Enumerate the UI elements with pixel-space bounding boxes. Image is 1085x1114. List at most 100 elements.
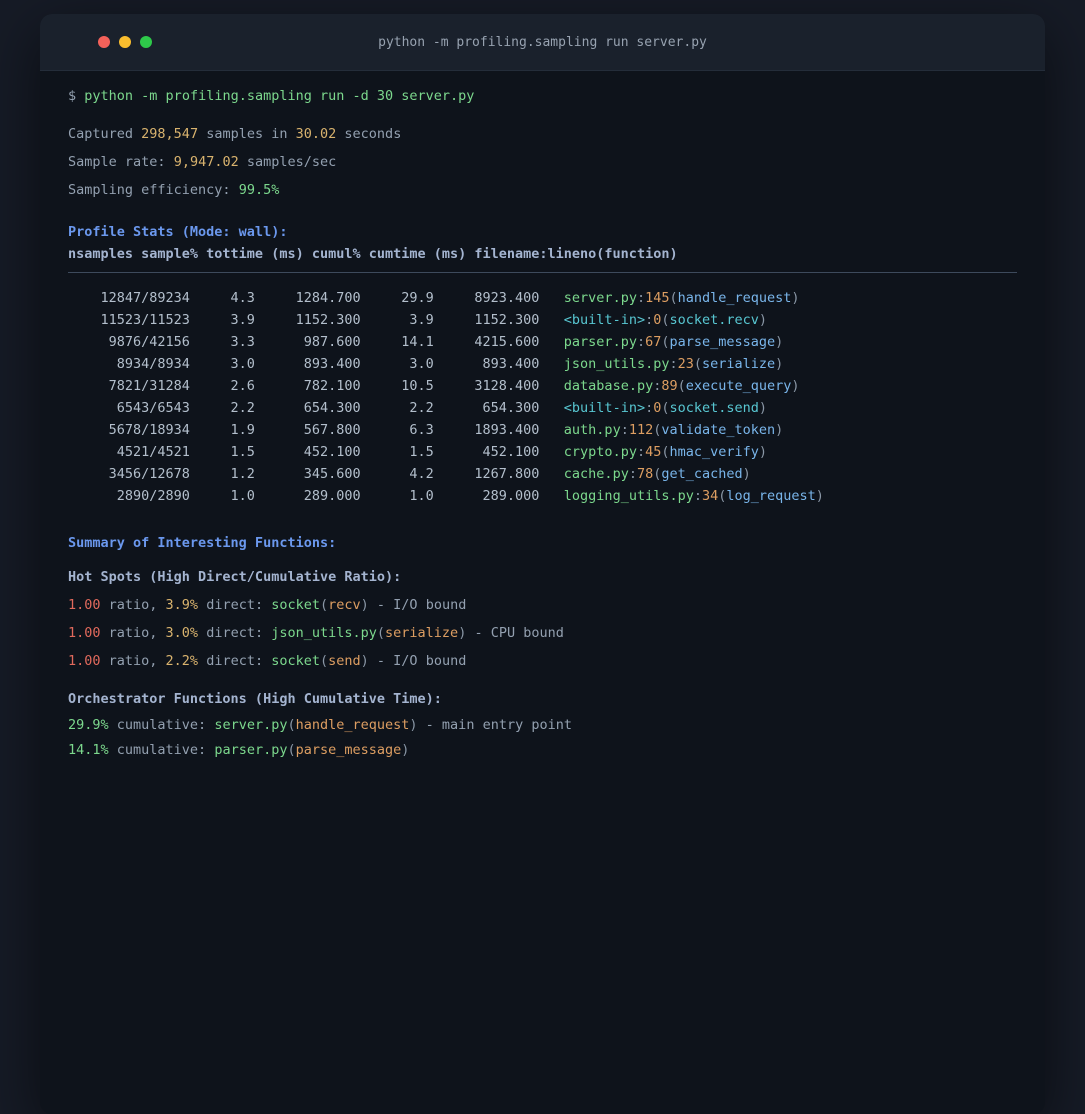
captured-mid: samples in xyxy=(206,126,288,142)
orchestrator-function: parse_message xyxy=(295,742,402,758)
table-row: 5678/18934 1.9 567.800 6.3 1893.400 auth… xyxy=(68,419,1017,441)
hotspot-percent: 2.2% xyxy=(165,653,199,669)
row-colon: : xyxy=(645,312,654,328)
orchestrator-item: 29.9% cumulative: server.py(handle_reque… xyxy=(68,717,572,733)
row-lineno: 67 xyxy=(645,334,662,350)
table-row: 11523/11523 3.9 1152.300 3.9 1152.300 <b… xyxy=(68,309,1017,331)
row-paren-close: ) xyxy=(742,466,751,482)
row-paren-close: ) xyxy=(775,356,784,372)
row-metrics: 3456/12678 1.2 345.600 4.2 1267.800 xyxy=(68,466,564,482)
row-lineno: 112 xyxy=(628,422,654,438)
efficiency-line: Sampling efficiency: 99.5% xyxy=(68,179,1017,201)
table-row: 8934/8934 3.0 893.400 3.0 893.400 json_u… xyxy=(68,353,1017,375)
row-lineno: 23 xyxy=(677,356,694,372)
sample-rate-label: Sample rate: xyxy=(68,154,166,170)
row-metrics: 4521/4521 1.5 452.100 1.5 452.100 xyxy=(68,444,564,460)
row-colon: : xyxy=(636,334,646,350)
table-row: 9876/42156 3.3 987.600 14.1 4215.600 par… xyxy=(68,331,1017,353)
row-paren-close: ) xyxy=(791,378,800,394)
hot-spot-item: 1.00 ratio, 2.2% direct: socket(send) - … xyxy=(68,653,467,669)
efficiency-label: Sampling efficiency: xyxy=(68,182,231,198)
row-lineno: 45 xyxy=(645,444,662,460)
captured-unit: seconds xyxy=(344,126,402,142)
stats-table-body: 12847/89234 4.3 1284.700 29.9 8923.400 s… xyxy=(68,287,1017,507)
hot-spots-heading: Hot Spots (High Direct/Cumulative Ratio)… xyxy=(68,569,402,585)
samples-count: 298,547 xyxy=(141,126,199,142)
hotspot-percent: 3.9% xyxy=(165,597,199,613)
prompt-symbol: $ xyxy=(68,88,77,104)
hotspot-ratio: 1.00 xyxy=(68,597,101,613)
terminal-window: python -m profiling.sampling run server.… xyxy=(40,14,1045,1114)
row-lineno: 145 xyxy=(645,290,670,306)
row-metrics: 8934/8934 3.0 893.400 3.0 893.400 xyxy=(68,356,564,372)
row-paren-open: ( xyxy=(693,356,703,372)
orchestrator-target: parser.py xyxy=(214,742,288,758)
row-metrics: 6543/6543 2.2 654.300 2.2 654.300 xyxy=(68,400,564,416)
hot-spot-item: 1.00 ratio, 3.9% direct: socket(recv) - … xyxy=(68,597,467,613)
row-filename: database.py xyxy=(563,378,654,394)
row-filename: <built-in> xyxy=(563,400,646,416)
row-paren-open: ( xyxy=(661,334,670,350)
row-filename: auth.py xyxy=(563,422,621,438)
row-paren-open: ( xyxy=(669,290,678,306)
table-row: 4521/4521 1.5 452.100 1.5 452.100 crypto… xyxy=(68,441,1017,463)
row-metrics: 2890/2890 1.0 289.000 1.0 289.000 xyxy=(68,488,564,504)
hotspot-percent: 3.0% xyxy=(165,625,199,641)
terminal-output[interactable]: $ python -m profiling.sampling run -d 30… xyxy=(40,71,1045,793)
profile-stats-heading: Profile Stats (Mode: wall): xyxy=(68,224,288,240)
row-filename: parser.py xyxy=(563,334,637,350)
row-filename: server.py xyxy=(563,290,637,306)
header-divider xyxy=(68,272,1017,273)
table-row: 12847/89234 4.3 1284.700 29.9 8923.400 s… xyxy=(68,287,1017,309)
row-filename: <built-in> xyxy=(563,312,646,328)
sample-rate-line: Sample rate: 9,947.02 samples/sec xyxy=(68,151,1017,173)
table-row: 2890/2890 1.0 289.000 1.0 289.000 loggin… xyxy=(68,485,1017,507)
titlebar: python -m profiling.sampling run server.… xyxy=(40,14,1045,71)
row-function: parse_message xyxy=(669,334,776,350)
row-filename: cache.py xyxy=(563,466,629,482)
row-metrics: 12847/89234 4.3 1284.700 29.9 8923.400 xyxy=(68,290,564,306)
row-paren-open: ( xyxy=(661,312,670,328)
row-paren-open: ( xyxy=(677,378,686,394)
row-colon: : xyxy=(628,466,637,482)
row-function: hmac_verify xyxy=(669,444,759,460)
row-paren-close: ) xyxy=(791,290,800,306)
row-colon: : xyxy=(620,422,629,438)
hotspot-target: json_utils.py xyxy=(271,625,377,641)
hotspot-target: socket xyxy=(271,653,320,669)
row-filename: logging_utils.py xyxy=(563,488,694,504)
table-row: 3456/12678 1.2 345.600 4.2 1267.800 cach… xyxy=(68,463,1017,485)
prompt-line: $ python -m profiling.sampling run -d 30… xyxy=(68,85,1017,107)
row-paren-close: ) xyxy=(758,444,768,460)
hot-spots-list: 1.00 ratio, 3.9% direct: socket(recv) - … xyxy=(68,591,1017,675)
table-row: 7821/31284 2.6 782.100 10.5 3128.400 dat… xyxy=(68,375,1017,397)
orchestrators-heading: Orchestrator Functions (High Cumulative … xyxy=(68,691,442,707)
orchestrator-function: handle_request xyxy=(295,717,410,733)
hotspot-function: serialize xyxy=(385,625,459,641)
row-function: execute_query xyxy=(685,378,792,394)
hotspot-function: recv xyxy=(328,597,361,613)
row-lineno: 34 xyxy=(701,488,719,504)
row-filename: crypto.py xyxy=(563,444,637,460)
row-function: get_cached xyxy=(661,466,743,482)
row-paren-close: ) xyxy=(775,334,784,350)
row-paren-open: ( xyxy=(661,444,670,460)
sample-rate-unit: samples/sec xyxy=(246,154,337,170)
hotspot-function: send xyxy=(328,653,361,669)
row-function: validate_token xyxy=(661,422,776,438)
command-text: python -m profiling.sampling run -d 30 s… xyxy=(84,88,475,104)
summary-heading: Summary of Interesting Functions: xyxy=(68,535,337,551)
row-metrics: 7821/31284 2.6 782.100 10.5 3128.400 xyxy=(68,378,564,394)
row-paren-close: ) xyxy=(758,312,768,328)
stats-columns-header: nsamples sample% tottime (ms) cumul% cum… xyxy=(68,246,678,262)
efficiency-value: 99.5% xyxy=(238,182,280,198)
hotspot-target: socket xyxy=(271,597,320,613)
row-colon: : xyxy=(636,290,646,306)
row-colon: : xyxy=(669,356,678,372)
row-metrics: 9876/42156 3.3 987.600 14.1 4215.600 xyxy=(68,334,564,350)
table-row: 6543/6543 2.2 654.300 2.2 654.300 <built… xyxy=(68,397,1017,419)
orchestrator-percent: 29.9% xyxy=(68,717,109,733)
hotspot-ratio: 1.00 xyxy=(68,625,101,641)
row-function: log_request xyxy=(726,488,816,504)
captured-line: Captured 298,547 samples in 30.02 second… xyxy=(68,123,1017,145)
